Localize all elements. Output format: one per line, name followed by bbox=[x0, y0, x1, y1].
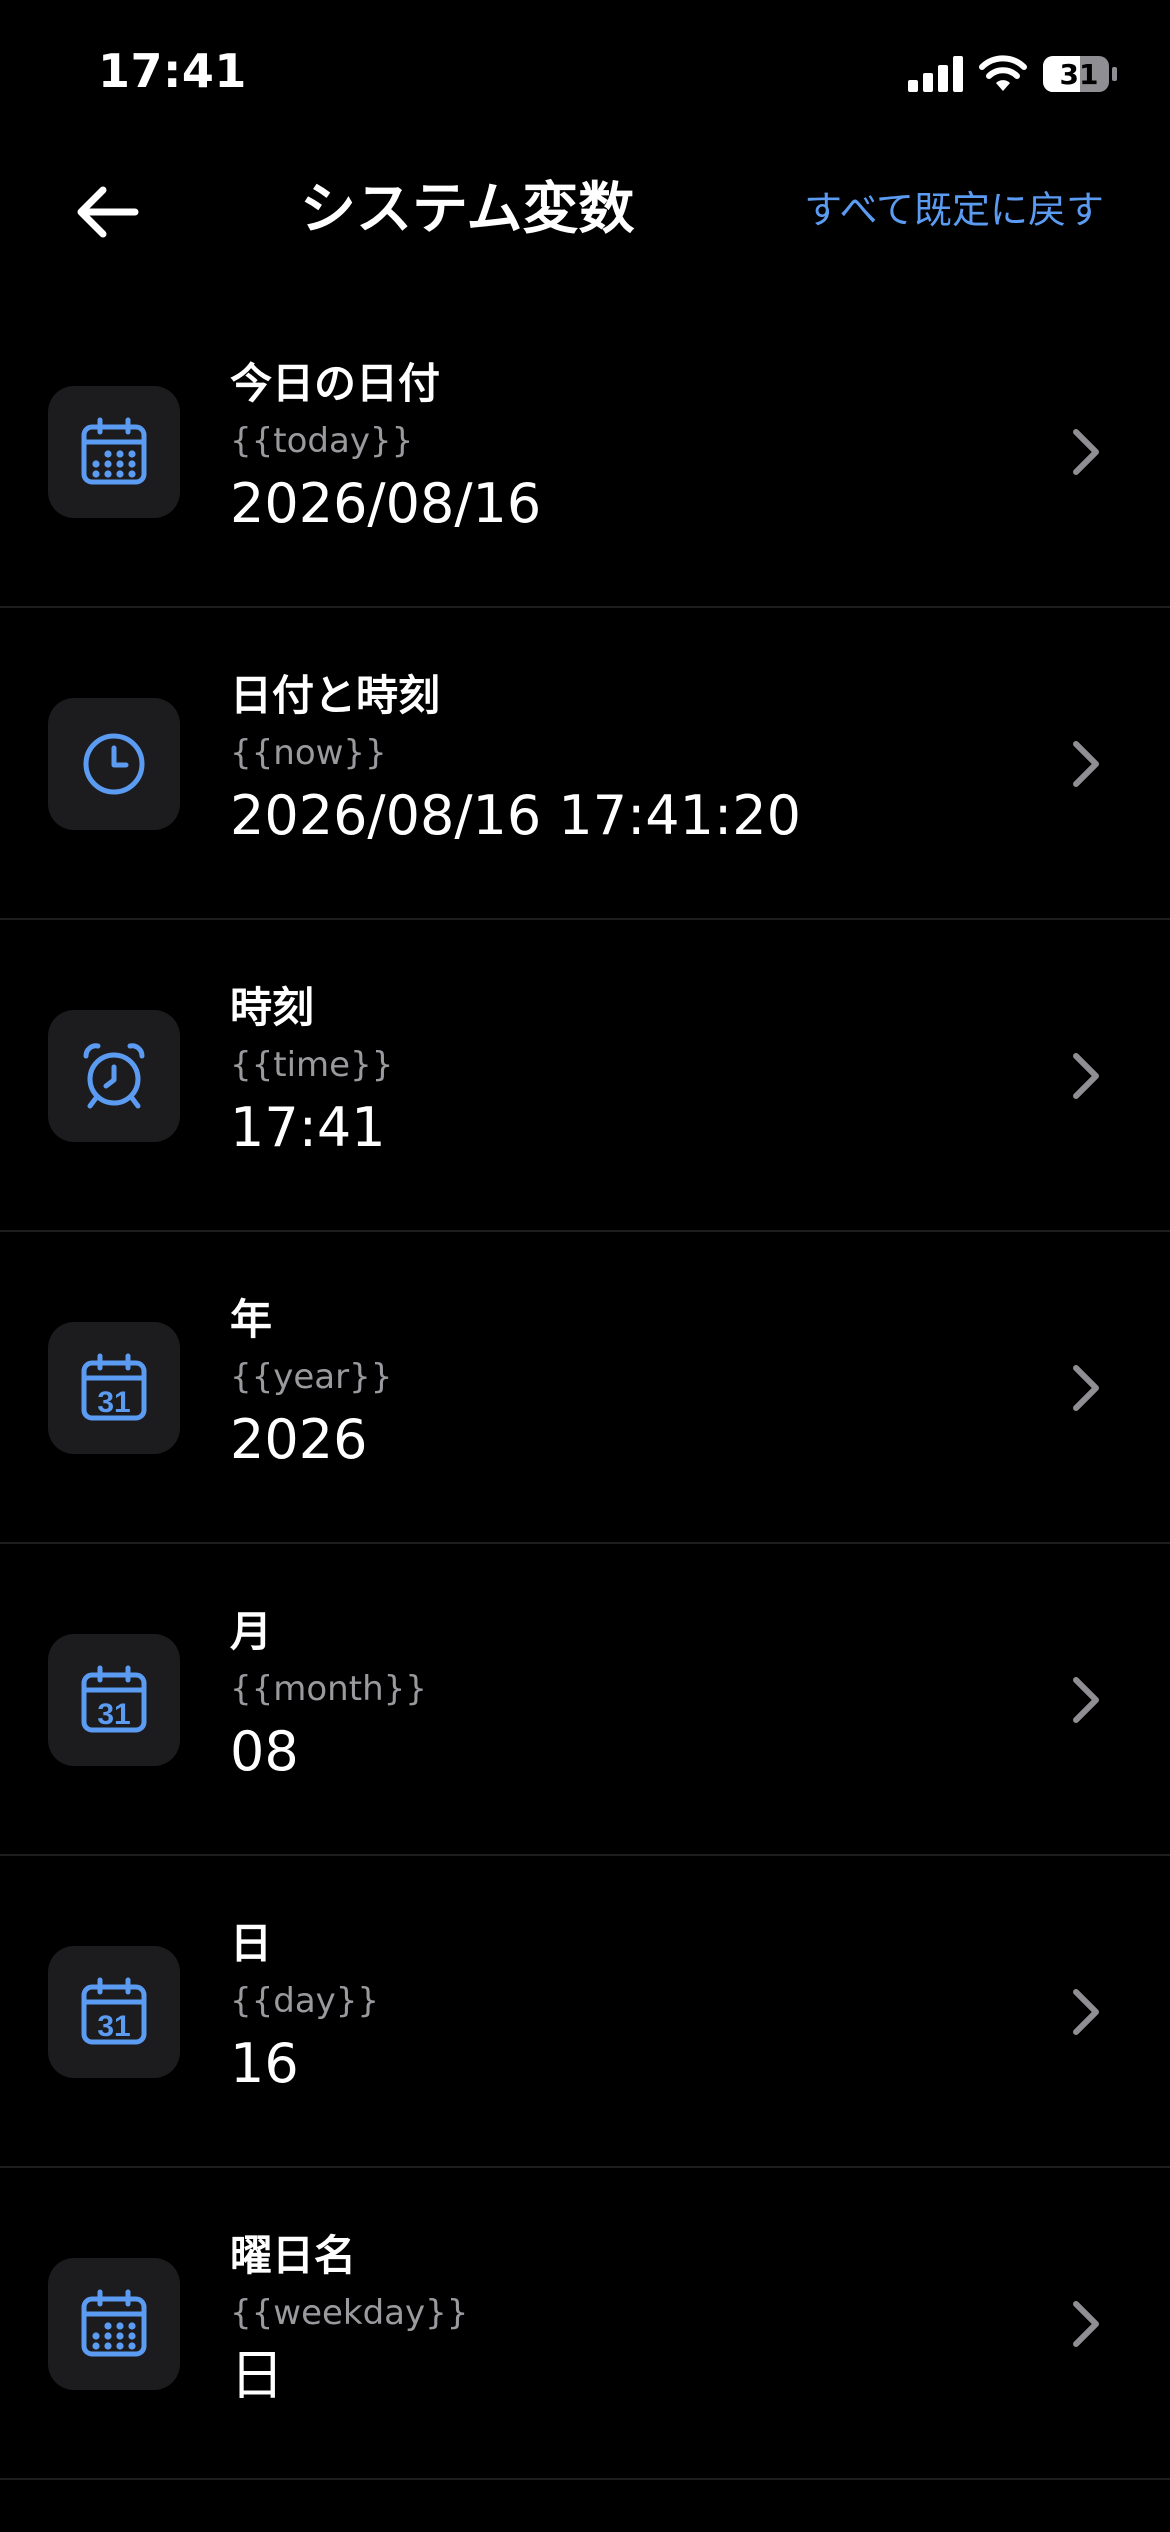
variable-value: 08 bbox=[230, 1720, 299, 1783]
variable-value: 16 bbox=[230, 2032, 299, 2095]
alarm-clock-icon bbox=[78, 1040, 150, 1112]
variable-text: 年 {{year}} 2026 bbox=[230, 1292, 1030, 1476]
variable-label: 月 bbox=[230, 1607, 273, 1656]
svg-text:31: 31 bbox=[97, 1386, 130, 1419]
calendar-31-icon: 31 bbox=[78, 1664, 150, 1736]
back-button[interactable] bbox=[62, 172, 152, 252]
status-bar: 17:41 31 bbox=[0, 0, 1170, 150]
variable-text: 日 {{day}} 16 bbox=[230, 1916, 1030, 2100]
svg-text:31: 31 bbox=[97, 1698, 130, 1731]
variable-list-item-6[interactable]: 曜日名 {{weekday}} 日 bbox=[0, 2168, 1170, 2480]
variable-label: 曜日名 bbox=[230, 2231, 357, 2280]
variable-token: {{today}} bbox=[230, 421, 414, 461]
variable-value: 17:41 bbox=[230, 1096, 386, 1159]
wifi-icon bbox=[979, 55, 1027, 91]
variable-label: 年 bbox=[230, 1295, 273, 1344]
variable-label: 今日の日付 bbox=[230, 359, 441, 408]
variable-text: 日付と時刻 {{now}} 2026/08/16 17:41:20 bbox=[230, 668, 1030, 852]
variable-icon-tile bbox=[48, 698, 180, 830]
variable-icon-tile bbox=[48, 1010, 180, 1142]
navigation-bar: システム変数 すべて既定に戻す bbox=[0, 150, 1170, 270]
chevron-right-icon bbox=[1066, 2298, 1106, 2350]
clock-icon bbox=[78, 728, 150, 800]
variable-icon-tile: 31 bbox=[48, 1634, 180, 1766]
chevron-right-icon bbox=[1066, 426, 1106, 478]
variable-list: 今日の日付 {{today}} 2026/08/16 日付と時刻 {{now}}… bbox=[0, 296, 1170, 2480]
variable-value: 2026/08/16 17:41:20 bbox=[230, 784, 801, 847]
svg-text:31: 31 bbox=[97, 2010, 130, 2043]
variable-list-item-2[interactable]: 時刻 {{time}} 17:41 bbox=[0, 920, 1170, 1232]
variable-label: 日付と時刻 bbox=[230, 671, 441, 720]
arrow-left-icon bbox=[77, 186, 139, 238]
variable-label: 時刻 bbox=[230, 983, 315, 1032]
variable-value: 2026/08/16 bbox=[230, 472, 542, 535]
variable-list-item-1[interactable]: 日付と時刻 {{now}} 2026/08/16 17:41:20 bbox=[0, 608, 1170, 920]
variable-token: {{now}} bbox=[230, 733, 387, 773]
variable-icon-tile bbox=[48, 386, 180, 518]
variable-list-item-5[interactable]: 31 日 {{day}} 16 bbox=[0, 1856, 1170, 2168]
variable-list-item-4[interactable]: 31 月 {{month}} 08 bbox=[0, 1544, 1170, 1856]
chevron-right-icon bbox=[1066, 1674, 1106, 1726]
chevron-right-icon bbox=[1066, 738, 1106, 790]
variable-text: 時刻 {{time}} 17:41 bbox=[230, 980, 1030, 1164]
system-variables-screen: 17:41 31 システム変数 すべて既定に戻す 今日の日付 {{today}}… bbox=[0, 0, 1170, 2532]
status-icons: 31 bbox=[908, 50, 1118, 98]
variable-value: 2026 bbox=[230, 1408, 368, 1471]
variable-token: {{month}} bbox=[230, 1669, 427, 1709]
variable-list-item-0[interactable]: 今日の日付 {{today}} 2026/08/16 bbox=[0, 296, 1170, 608]
variable-text: 曜日名 {{weekday}} 日 bbox=[230, 2228, 1030, 2412]
chevron-right-icon bbox=[1066, 1362, 1106, 1414]
variable-token: {{year}} bbox=[230, 1357, 393, 1397]
chevron-right-icon bbox=[1066, 1986, 1106, 2038]
battery-icon: 31 bbox=[1042, 54, 1118, 94]
chevron-right-icon bbox=[1066, 1050, 1106, 1102]
variable-list-item-3[interactable]: 31 年 {{year}} 2026 bbox=[0, 1232, 1170, 1544]
page-title: システム変数 bbox=[300, 177, 635, 242]
variable-text: 月 {{month}} 08 bbox=[230, 1604, 1030, 1788]
status-time: 17:41 bbox=[98, 44, 247, 98]
calendar-grid-icon bbox=[78, 416, 150, 488]
variable-text: 今日の日付 {{today}} 2026/08/16 bbox=[230, 356, 1030, 540]
reset-all-button[interactable]: すべて既定に戻す bbox=[804, 180, 1104, 240]
battery-level-text: 31 bbox=[1059, 57, 1099, 91]
calendar-31-icon: 31 bbox=[78, 1976, 150, 2048]
signal-icon bbox=[908, 56, 963, 92]
variable-token: {{day}} bbox=[230, 1981, 380, 2021]
calendar-grid-icon bbox=[78, 2288, 150, 2360]
variable-icon-tile: 31 bbox=[48, 1322, 180, 1454]
variable-value: 日 bbox=[230, 2344, 284, 2407]
variable-icon-tile: 31 bbox=[48, 1946, 180, 2078]
variable-label: 日 bbox=[230, 1919, 273, 1968]
variable-token: {{weekday}} bbox=[230, 2293, 469, 2333]
variable-token: {{time}} bbox=[230, 1045, 394, 1085]
variable-icon-tile bbox=[48, 2258, 180, 2390]
calendar-31-icon: 31 bbox=[78, 1352, 150, 1424]
